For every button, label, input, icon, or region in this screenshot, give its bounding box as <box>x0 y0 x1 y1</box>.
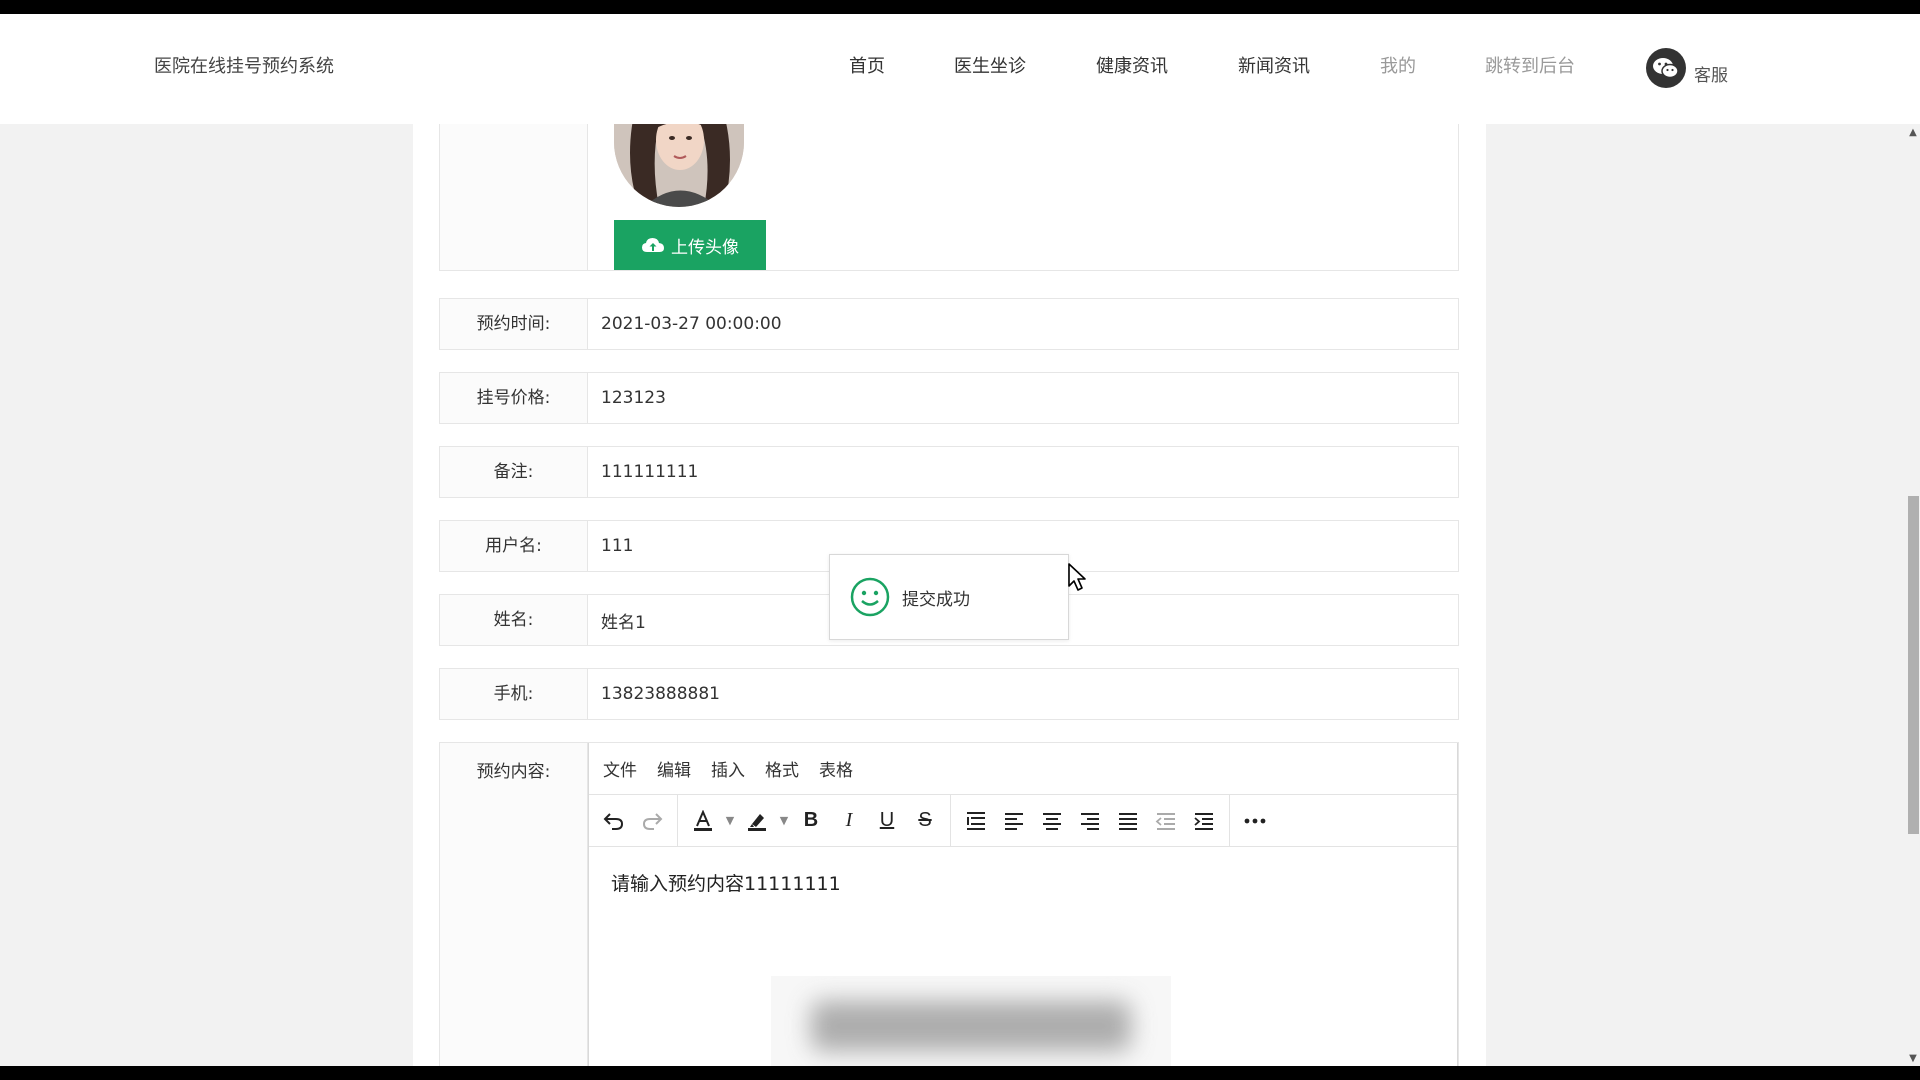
browser-viewport: 医院在线挂号预约系统 首页 医生坐诊 健康资讯 新闻资讯 我的 跳转到后台 客服 <box>0 14 1920 1066</box>
align-right-icon[interactable] <box>1071 804 1109 838</box>
highlight-icon[interactable] <box>738 804 776 838</box>
form-row-content: 预约内容: 文件 编辑 插入 格式 表格 ▼ ▼ B I U S 请输入预约内容… <box>439 742 1459 1066</box>
editor-content[interactable]: 请输入预约内容11111111 <box>589 847 1457 918</box>
menu-edit[interactable]: 编辑 <box>657 756 691 781</box>
redo-icon[interactable] <box>633 804 671 838</box>
align-justify-icon[interactable] <box>1109 804 1147 838</box>
field-label: 预约时间: <box>440 299 588 349</box>
mouse-cursor-icon <box>1068 563 1086 591</box>
price-field[interactable] <box>588 373 1458 423</box>
nav-admin[interactable]: 跳转到后台 <box>1485 52 1575 78</box>
align-left-icon[interactable] <box>995 804 1033 838</box>
submit-success-toast: 提交成功 <box>829 554 1069 640</box>
blurred-image <box>771 976 1171 1066</box>
field-label: 手机: <box>440 669 588 719</box>
editor-toolbar: ▼ ▼ B I U S <box>589 795 1457 847</box>
avatar <box>614 114 744 207</box>
remark-field[interactable] <box>588 447 1458 497</box>
nav-news[interactable]: 新闻资讯 <box>1238 52 1310 78</box>
upload-avatar-button[interactable]: 上传头像 <box>614 220 766 270</box>
main-nav: 首页 医生坐诊 健康资讯 新闻资讯 我的 跳转到后台 <box>0 52 1920 82</box>
strikethrough-icon[interactable]: S <box>906 804 944 838</box>
scroll-up-icon[interactable]: ▲ <box>1906 126 1920 140</box>
field-label: 挂号价格: <box>440 373 588 423</box>
nav-mine[interactable]: 我的 <box>1380 52 1416 78</box>
appointment-time-field[interactable] <box>588 299 1458 349</box>
undo-icon[interactable] <box>595 804 633 838</box>
customer-service-label: 客服 <box>1694 66 1728 86</box>
scroll-down-icon[interactable]: ▼ <box>1906 1052 1920 1066</box>
rich-text-editor: 文件 编辑 插入 格式 表格 ▼ ▼ B I U S 请输入预约内容111111… <box>588 743 1458 1066</box>
nav-health-info[interactable]: 健康资讯 <box>1096 52 1168 78</box>
nav-doctors[interactable]: 医生坐诊 <box>954 52 1026 78</box>
wechat-icon <box>1646 48 1686 88</box>
smile-icon <box>850 577 890 617</box>
field-label: 姓名: <box>440 595 588 645</box>
field-label: 备注: <box>440 447 588 497</box>
chevron-down-icon[interactable]: ▼ <box>722 804 738 838</box>
page-scrollbar[interactable]: ▲ ▼ <box>1906 124 1920 1066</box>
font-color-icon[interactable] <box>684 804 722 838</box>
phone-field[interactable] <box>588 669 1458 719</box>
avatar-label-column <box>440 114 588 270</box>
nav-home[interactable]: 首页 <box>849 52 885 78</box>
more-icon[interactable] <box>1236 804 1274 838</box>
form-row-price: 挂号价格: <box>439 372 1459 424</box>
form-row-remark: 备注: <box>439 446 1459 498</box>
menu-table[interactable]: 表格 <box>819 756 853 781</box>
align-center-icon[interactable] <box>1033 804 1071 838</box>
menu-file[interactable]: 文件 <box>603 756 637 781</box>
toast-message: 提交成功 <box>902 589 970 610</box>
field-label: 预约内容: <box>440 743 588 1066</box>
form-row-phone: 手机: <box>439 668 1459 720</box>
form-row-appointment-time: 预约时间: <box>439 298 1459 350</box>
more-group <box>1230 795 1280 846</box>
italic-icon[interactable]: I <box>830 804 868 838</box>
format-group: ▼ ▼ B I U S <box>678 795 951 846</box>
customer-service-button[interactable]: 客服 <box>1646 44 1728 88</box>
chevron-down-icon[interactable]: ▼ <box>776 804 792 838</box>
history-group <box>589 795 678 846</box>
menu-format[interactable]: 格式 <box>765 756 799 781</box>
line-height-icon[interactable] <box>957 804 995 838</box>
menu-insert[interactable]: 插入 <box>711 756 745 781</box>
site-header: 医院在线挂号预约系统 首页 医生坐诊 健康资讯 新闻资讯 我的 跳转到后台 客服 <box>0 14 1920 124</box>
indent-icon[interactable] <box>1185 804 1223 838</box>
bold-icon[interactable]: B <box>792 804 830 838</box>
underline-icon[interactable]: U <box>868 804 906 838</box>
editor-menubar: 文件 编辑 插入 格式 表格 <box>589 743 1457 795</box>
alignment-group <box>951 795 1230 846</box>
avatar-section: 上传头像 <box>439 114 1459 271</box>
field-label: 用户名: <box>440 521 588 571</box>
cloud-upload-icon <box>642 238 664 252</box>
upload-avatar-label: 上传头像 <box>671 237 739 257</box>
scrollbar-thumb[interactable] <box>1908 496 1919 834</box>
outdent-icon[interactable] <box>1147 804 1185 838</box>
